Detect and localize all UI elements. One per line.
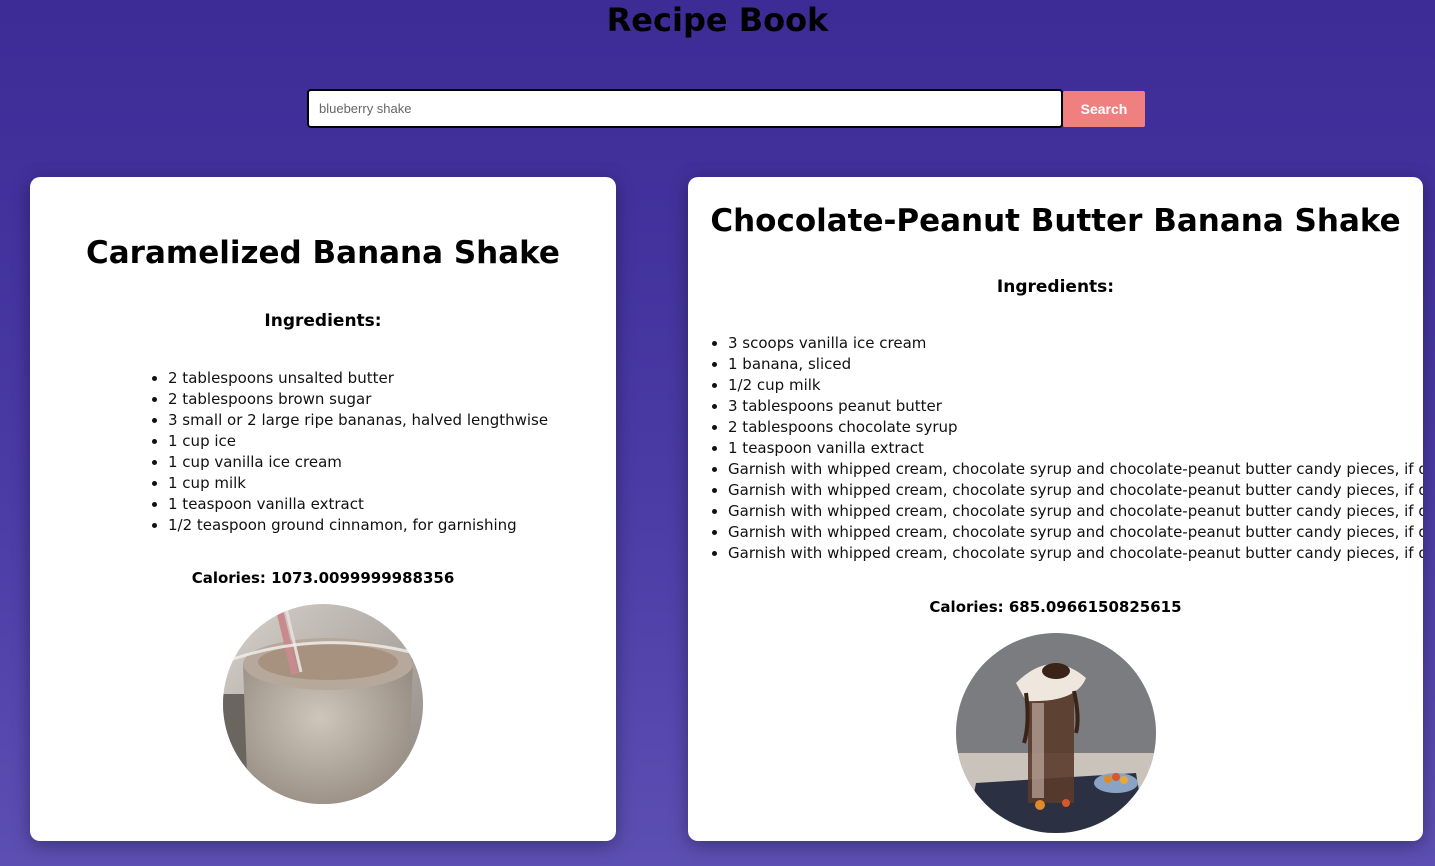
ingredient-item: Garnish with whipped cream, chocolate sy…	[728, 543, 1423, 564]
recipe-title: Caramelized Banana Shake	[86, 235, 560, 271]
ingredients-heading: Ingredients:	[996, 277, 1115, 297]
recipe-title: Chocolate-Peanut Butter Banana Shake	[710, 203, 1401, 239]
search-bar: Search	[307, 89, 1145, 128]
ingredient-item: 1 banana, sliced	[728, 354, 1423, 375]
ingredient-item: 1/2 cup milk	[728, 375, 1423, 396]
recipe-card: Chocolate-Peanut Butter Banana Shake Ing…	[688, 177, 1423, 841]
search-button[interactable]: Search	[1063, 91, 1145, 127]
ingredient-item: 3 scoops vanilla ice cream	[728, 333, 1423, 354]
ingredient-item: Garnish with whipped cream, chocolate sy…	[728, 459, 1423, 480]
ingredient-item: 1 cup vanilla ice cream	[168, 452, 616, 473]
ingredient-item: 3 tablespoons peanut butter	[728, 396, 1423, 417]
ingredient-item: 2 tablespoons unsalted butter	[168, 368, 616, 389]
chocolate-milkshake-photo	[955, 633, 1156, 833]
calories-label: Calories: 685.0966150825615	[929, 598, 1182, 616]
ingredient-item: 1 teaspoon vanilla extract	[168, 494, 616, 515]
ingredient-item: Garnish with whipped cream, chocolate sy…	[728, 501, 1423, 522]
ingredient-item: 1 cup ice	[168, 431, 616, 452]
milkshake-photo	[223, 604, 423, 804]
ingredient-item: Garnish with whipped cream, chocolate sy…	[728, 522, 1423, 543]
ingredient-item: Garnish with whipped cream, chocolate sy…	[728, 480, 1423, 501]
ingredient-item: 2 tablespoons brown sugar	[168, 389, 616, 410]
ingredients-heading: Ingredients:	[264, 311, 382, 331]
ingredient-item: 1/2 teaspoon ground cinnamon, for garnis…	[168, 515, 616, 536]
ingredient-item: 1 cup milk	[168, 473, 616, 494]
ingredient-list: 3 scoops vanilla ice cream 1 banana, sli…	[688, 333, 1423, 564]
page-title: Recipe Book	[606, 1, 829, 39]
ingredient-item: 2 tablespoons chocolate syrup	[728, 417, 1423, 438]
ingredient-item: 1 teaspoon vanilla extract	[728, 438, 1423, 459]
recipe-card: Caramelized Banana Shake Ingredients: 2 …	[30, 177, 616, 841]
search-input[interactable]	[307, 89, 1063, 128]
ingredient-list: 2 tablespoons unsalted butter 2 tablespo…	[30, 368, 616, 536]
calories-label: Calories: 1073.0099999988356	[191, 569, 455, 587]
ingredient-item: 3 small or 2 large ripe bananas, halved …	[168, 410, 616, 431]
